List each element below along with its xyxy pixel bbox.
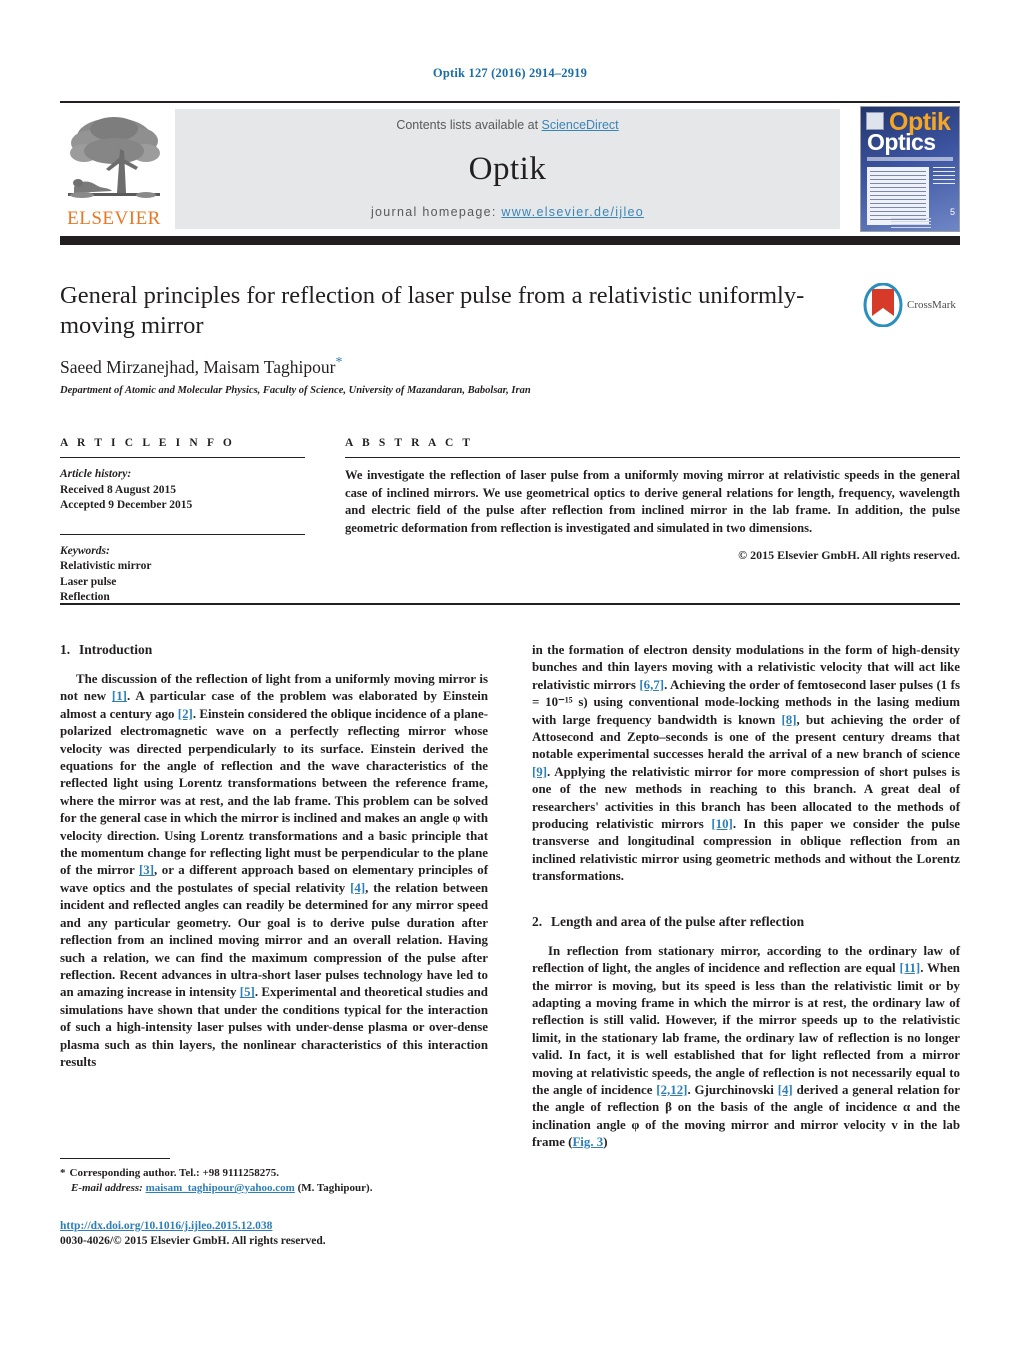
article-info-heading: A R T I C L E I N F O [60, 437, 235, 449]
section-1-number: 1. [60, 642, 71, 657]
cover-subtitle-bar [867, 157, 953, 161]
elsevier-logo: ELSEVIER [62, 107, 166, 231]
received-date: Received 8 August 2015 [60, 483, 176, 496]
article-info-column: A R T I C L E I N F O Article history: R… [60, 437, 305, 606]
cover-footer-lines [891, 218, 931, 228]
citation-ref-8[interactable]: [8] [782, 713, 797, 727]
cover-publisher-mark [866, 112, 884, 130]
citation-ref-11[interactable]: [11] [899, 961, 920, 975]
citation-ref-4[interactable]: [4] [350, 881, 365, 895]
paper-page: Optik 127 (2016) 2914–2919 ELSEVIER Cont… [0, 0, 1020, 1351]
keywords-label: Keywords: [60, 544, 110, 557]
section-2-heading: 2. Length and area of the pulse after ref… [532, 914, 960, 930]
email-suffix: (M. Taghipour). [297, 1182, 373, 1195]
sciencedirect-link[interactable]: ScienceDirect [542, 118, 619, 132]
page-title: General principles for reflection of las… [60, 282, 805, 339]
section-2-number: 2. [532, 913, 543, 929]
citation-ref-1[interactable]: [1] [112, 689, 127, 703]
footnote-rule [60, 1158, 170, 1160]
cover-title-optics: Optics [867, 129, 936, 155]
corresponding-author-text: Corresponding author. Tel.: +98 91112582… [69, 1167, 280, 1180]
citation-ref-10[interactable]: [10] [711, 817, 732, 831]
citation-ref-2-12[interactable]: [2,12] [656, 1083, 687, 1097]
citation-ref-9[interactable]: [9] [532, 765, 547, 779]
section-1-paragraph-continued: in the formation of electron density mod… [532, 642, 960, 886]
section-1-title: Introduction [79, 642, 153, 657]
text-run: ) [603, 1135, 608, 1150]
section-1-paragraph: The discussion of the reflection of ligh… [60, 671, 488, 1071]
journal-cover-thumbnail: Optik Optics 5 [860, 106, 960, 232]
article-history-group: Article history: Received 8 August 2015 … [60, 467, 305, 514]
cover-contents-panel [867, 167, 929, 225]
keyword-item: Relativistic mirror [60, 560, 152, 572]
text-run: . When the mirror is moving, but its spe… [532, 961, 960, 1097]
journal-title: Optik [468, 151, 547, 187]
abstract-rule [345, 457, 960, 458]
contents-available-line: Contents lists available at ScienceDirec… [175, 118, 840, 132]
doi-link[interactable]: http://dx.doi.org/10.1016/j.ijleo.2015.1… [60, 1220, 272, 1232]
cover-contents-lines [870, 171, 926, 221]
section-2-paragraph: In reflection from stationary mirror, ac… [532, 943, 960, 1152]
accepted-date: Accepted 9 December 2015 [60, 499, 193, 511]
citation-ref-5[interactable]: [5] [240, 985, 255, 999]
masthead-top-rule [60, 101, 960, 103]
issn-copyright-line: 0030-4026/© 2015 Elsevier GmbH. All righ… [60, 1235, 326, 1247]
email-note: E-mail address: maisam_taghipour@yahoo.c… [60, 1181, 488, 1196]
citation-ref-3[interactable]: [3] [139, 863, 154, 877]
body-top-rule [60, 603, 960, 605]
abstract-heading: A B S T R A C T [345, 437, 474, 449]
section-2-title: Length and area of the pulse after refle… [551, 913, 805, 929]
article-history-label: Article history: [60, 468, 132, 480]
abstract-copyright: © 2015 Elsevier GmbH. All rights reserve… [738, 548, 960, 562]
section-1-heading: 1. Introduction [60, 642, 488, 658]
crossmark-badge[interactable]: CrossMark [863, 282, 956, 331]
contents-prefix: Contents lists available at [396, 118, 542, 132]
text-run: , the relation between incident and refl… [60, 880, 488, 1000]
figure-ref-3[interactable]: Fig. 3 [572, 1135, 603, 1149]
elsevier-wordmark: ELSEVIER [67, 208, 161, 229]
corresponding-author-note: * Corresponding author. Tel.: +98 9111258… [60, 1166, 488, 1181]
masthead-center-panel: Contents lists available at ScienceDirec… [175, 109, 840, 229]
text-run: In reflection from stationary mirror, ac… [532, 943, 960, 976]
text-run: . Einstein considered the oblique incide… [60, 706, 488, 878]
email-label: E-mail address: [71, 1182, 143, 1195]
footnote-star: * [60, 1167, 66, 1180]
journal-homepage-line: journal homepage: www.elsevier.de/ijleo [175, 205, 840, 219]
citation-ref-2[interactable]: [2] [178, 707, 193, 721]
title-block: General principles for reflection of las… [60, 281, 960, 396]
journal-homepage-link[interactable]: www.elsevier.de/ijleo [501, 205, 644, 219]
text-run: . Gjurchinovski [687, 1082, 778, 1097]
cover-issue-number: 5 [949, 207, 955, 217]
journal-masthead: ELSEVIER Contents lists available at Sci… [60, 101, 960, 232]
corresponding-author-marker: * [335, 355, 343, 370]
affiliation: Department of Atomic and Molecular Physi… [60, 384, 531, 396]
keywords-rule [60, 533, 305, 535]
abstract-column: A B S T R A C T We investigate the refle… [345, 437, 960, 563]
masthead-bottom-bar [60, 236, 960, 245]
footnote-block: * Corresponding author. Tel.: +98 9111258… [60, 1158, 488, 1196]
abstract-text: We investigate the reflection of laser p… [345, 468, 960, 535]
crossmark-label: CrossMark [907, 299, 956, 311]
citation-ref-6-7[interactable]: [6,7] [639, 678, 664, 692]
email-link[interactable]: maisam_taghipour@yahoo.com [146, 1182, 295, 1194]
author-list: Saeed Mirzanejhad, Maisam Taghipour* [60, 355, 960, 378]
article-info-rule [60, 457, 305, 458]
citation-ref-4b[interactable]: [4] [778, 1083, 793, 1097]
keywords-group: Keywords: Relativistic mirror Laser puls… [60, 544, 305, 606]
author-names: Saeed Mirzanejhad, Maisam Taghipour [60, 356, 336, 377]
doi-block: http://dx.doi.org/10.1016/j.ijleo.2015.1… [60, 1216, 488, 1249]
keyword-item: Laser pulse [60, 575, 117, 588]
crossmark-icon [863, 282, 903, 328]
body-column-right: in the formation of electron density mod… [532, 642, 960, 1152]
running-head-citation: Optik 127 (2016) 2914–2919 [432, 66, 588, 80]
homepage-prefix: journal homepage: [370, 205, 502, 219]
body-column-left: 1. Introduction The discussion of the ref… [60, 642, 488, 1071]
cover-side-text [933, 167, 955, 187]
